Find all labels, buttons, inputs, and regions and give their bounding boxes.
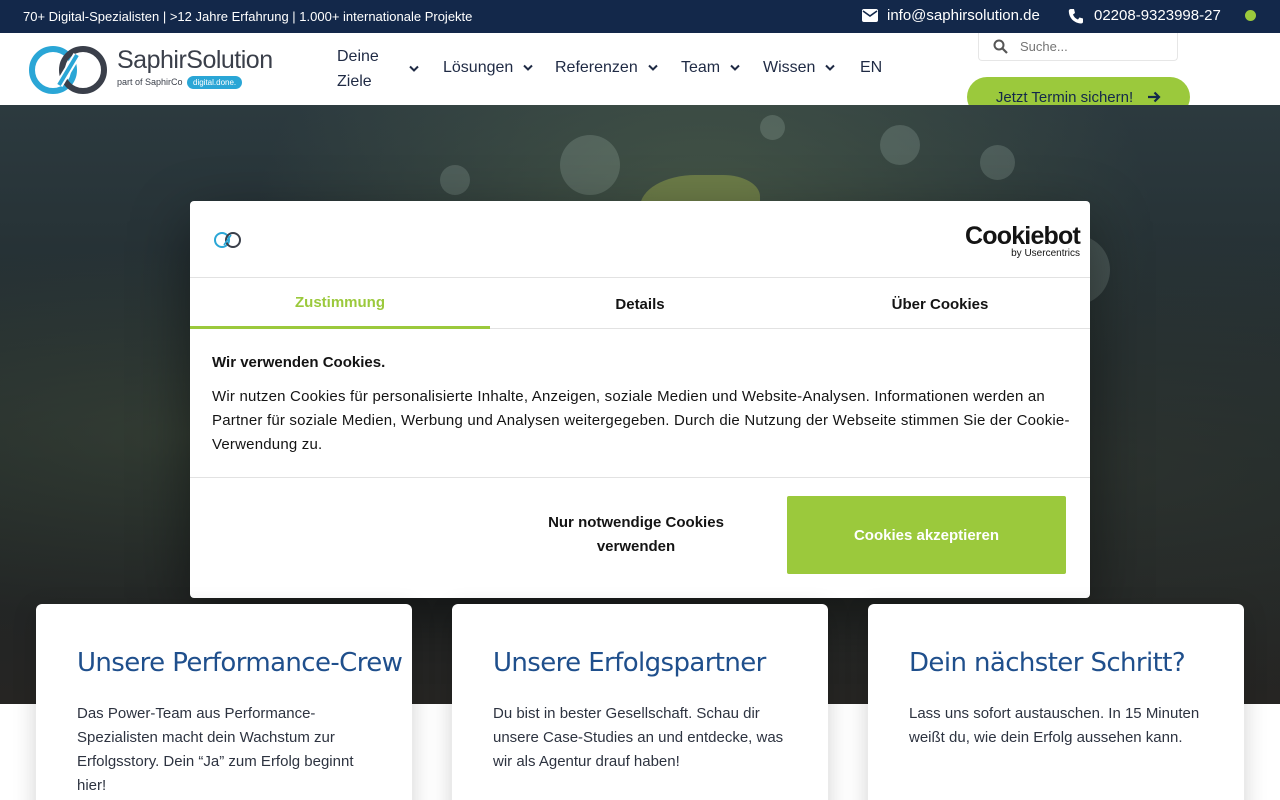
site-logo[interactable]: SaphirSolution part of SaphirCo digital.… (29, 45, 273, 95)
cookiebot-wordmark: Cookiebot (965, 222, 1081, 250)
card-title: Dein nächster Schritt? (909, 648, 1186, 678)
card-text: Du bist in bester Gesellschaft. Schau di… (493, 705, 784, 770)
search-box (978, 33, 1178, 61)
nav-item-team[interactable]: Team (681, 59, 740, 77)
nav-label: Wissen (763, 59, 816, 76)
cookie-dialog-header: Cookiebot by Usercentrics (190, 201, 1090, 278)
cta-label: Jetzt Termin sichern! (995, 88, 1134, 106)
logo-subline: part of SaphirCo (117, 77, 183, 87)
phone-icon (1068, 8, 1084, 24)
online-status-indicator (1245, 10, 1256, 21)
email-text: info@saphirsolution.de (887, 7, 1040, 24)
cookiebot-subline: by Usercentrics (1011, 248, 1081, 259)
logo-tagline-pill: digital.done. (187, 76, 243, 89)
necessary-cookies-only-button[interactable]: Nur notwendige Cookies verwenden (526, 496, 746, 574)
tab-ueber-cookies[interactable]: Über Cookies (790, 279, 1090, 329)
cookie-dialog-body: Wir verwenden Cookies. Wir nutzen Cookie… (212, 354, 1072, 457)
chevron-down-icon (409, 65, 419, 72)
nav-label: EN (860, 59, 883, 76)
tab-zustimmung[interactable]: Zustimmung (190, 279, 490, 329)
chevron-down-icon (825, 64, 836, 71)
logo-wordmark: SaphirSolution (117, 46, 273, 74)
card-erfolgspartner[interactable]: Unsere Erfolgspartner Du bist in bester … (452, 604, 828, 800)
card-naechster-schritt[interactable]: Dein nächster Schritt? Lass uns sofort a… (868, 604, 1244, 800)
site-header: SaphirSolution part of SaphirCo digital.… (0, 33, 1280, 117)
card-title: Unsere Erfolgspartner (493, 648, 766, 678)
card-text: Lass uns sofort austauschen. In 15 Minut… (909, 705, 1200, 746)
card-text: Das Power-Team aus Performance-Spezialis… (77, 705, 354, 794)
cookie-description: Wir nutzen Cookies für personalisierte I… (212, 388, 1070, 453)
nav-item-deine-ziele[interactable]: Deine Ziele (337, 44, 419, 94)
nav-label: Lösungen (443, 59, 514, 76)
nav-item-loesungen[interactable]: Lösungen (443, 59, 534, 77)
nav-label: Team (681, 59, 721, 76)
email-link[interactable]: info@saphirsolution.de (862, 7, 1040, 24)
card-title: Unsere Performance-Crew (77, 648, 403, 678)
chevron-down-icon (523, 64, 534, 71)
company-claim: 70+ Digital-Spezialisten | >12 Jahre Erf… (23, 9, 473, 24)
search-input[interactable] (1020, 39, 1170, 54)
nav-item-referenzen[interactable]: Referenzen (555, 59, 658, 77)
tab-details[interactable]: Details (490, 279, 790, 329)
nav-label: Deine Ziele (337, 48, 379, 90)
nav-item-wissen[interactable]: Wissen (763, 59, 836, 77)
cookie-heading: Wir verwenden Cookies. (212, 354, 386, 371)
chevron-down-icon (648, 64, 658, 71)
envelope-icon (862, 9, 878, 22)
search-icon[interactable] (993, 39, 1008, 54)
phone-text: 02208-9323998-27 (1094, 7, 1221, 24)
logo-mark-icon (29, 46, 107, 94)
chevron-down-icon (730, 64, 740, 71)
nav-label: Referenzen (555, 59, 638, 76)
nav-item-language-en[interactable]: EN (860, 59, 882, 77)
arrow-right-icon (1148, 91, 1161, 103)
site-logo-icon (214, 232, 241, 248)
accept-cookies-button[interactable]: Cookies akzeptieren (787, 496, 1066, 574)
cookie-dialog-footer: Nur notwendige Cookies verwenden Cookies… (190, 477, 1090, 598)
cookie-tabs: Zustimmung Details Über Cookies (190, 279, 1090, 329)
card-performance-crew[interactable]: Unsere Performance-Crew Das Power-Team a… (36, 604, 412, 800)
cookiebot-logo[interactable]: Cookiebot by Usercentrics (965, 222, 1081, 259)
cookie-consent-dialog: Cookiebot by Usercentrics Zustimmung Det… (190, 201, 1090, 598)
phone-link[interactable]: 02208-9323998-27 (1068, 7, 1221, 24)
top-info-bar: 70+ Digital-Spezialisten | >12 Jahre Erf… (0, 0, 1280, 33)
